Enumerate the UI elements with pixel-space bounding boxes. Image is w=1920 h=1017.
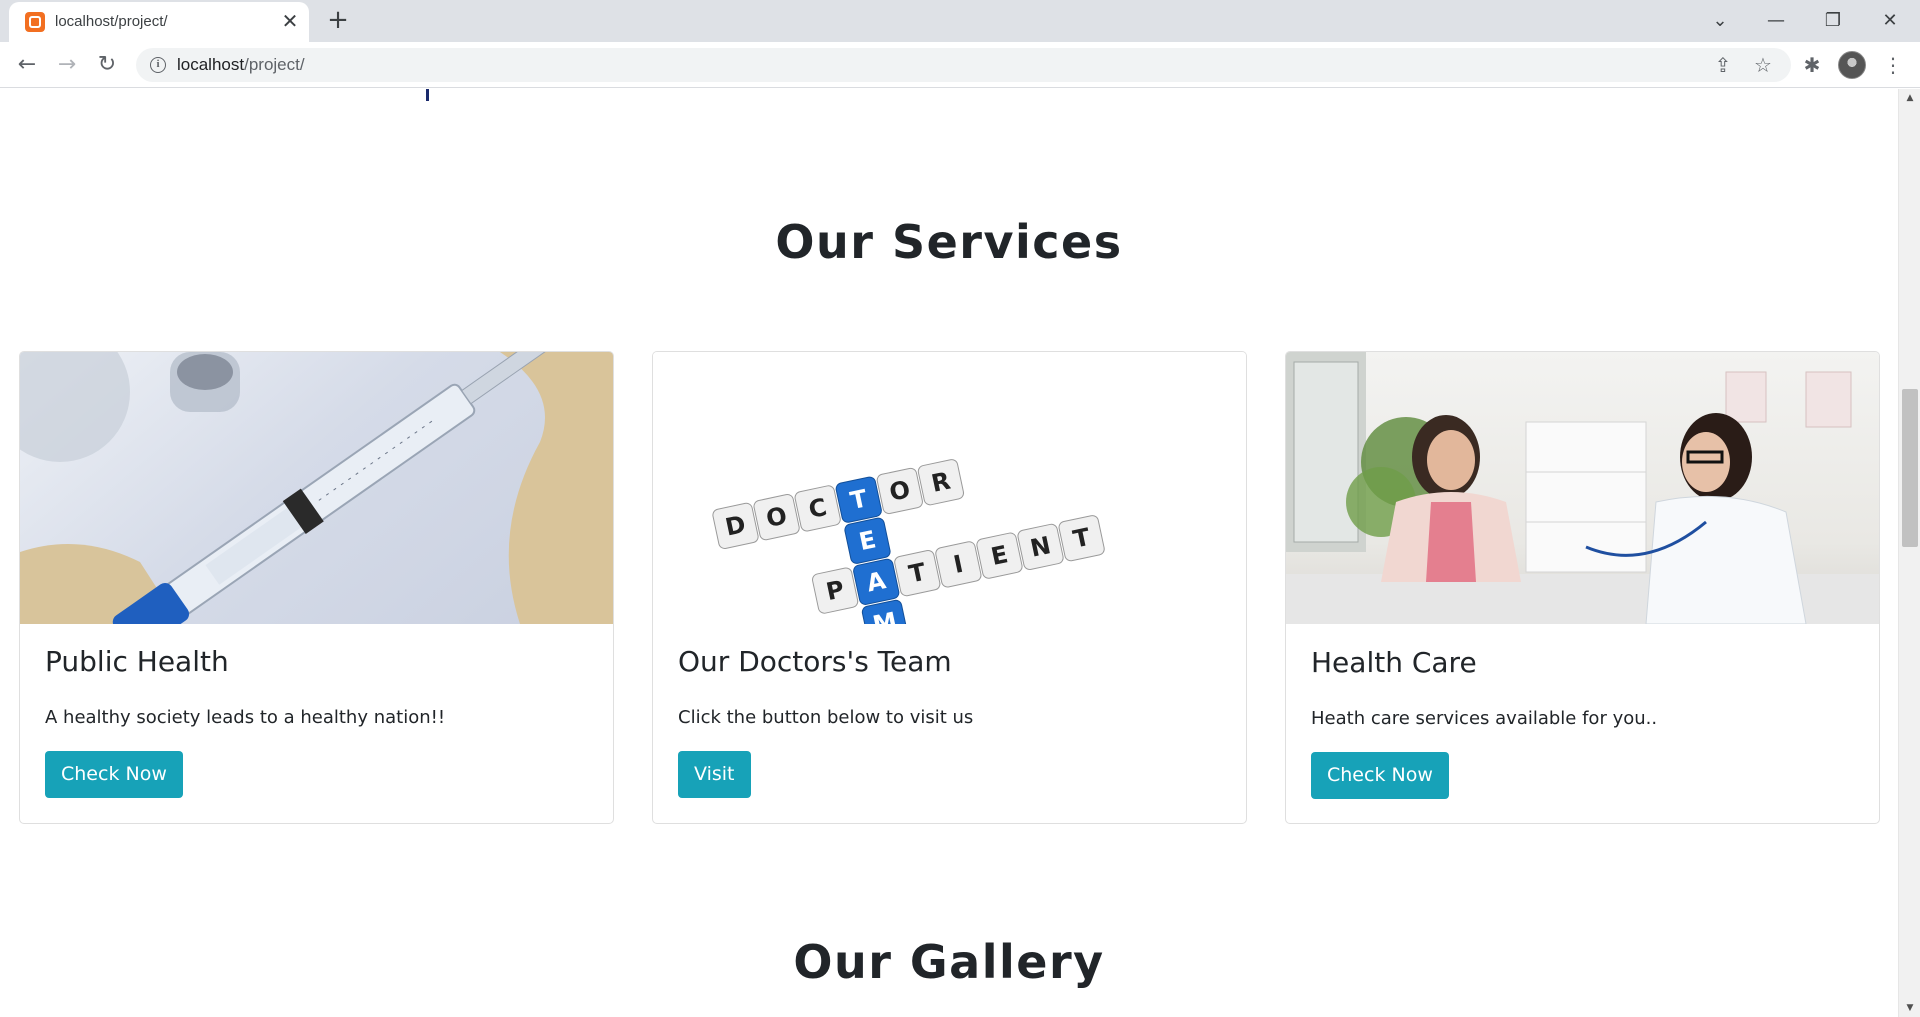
- page-viewport: Our Services Public Health A healthy soc…: [0, 89, 1898, 1017]
- new-tab-icon[interactable]: +: [325, 7, 351, 34]
- address-bar[interactable]: i localhost/project/ ⇪ ☆: [136, 48, 1791, 82]
- site-info-icon[interactable]: i: [150, 57, 166, 73]
- xampp-favicon-icon: [25, 12, 45, 32]
- profile-avatar[interactable]: [1838, 51, 1866, 79]
- scroll-down-arrow-icon[interactable]: ▼: [1899, 999, 1920, 1017]
- visit-button[interactable]: Visit: [678, 751, 751, 798]
- page-scrollbar[interactable]: ▲ ▼: [1898, 89, 1920, 1017]
- service-card-health-care: Health Care Heath care services availabl…: [1285, 351, 1880, 824]
- close-window-icon[interactable]: ✕: [1870, 6, 1910, 36]
- reload-icon[interactable]: ↻: [92, 50, 122, 80]
- url-path: /project/: [244, 55, 305, 74]
- forward-icon[interactable]: →: [52, 50, 82, 80]
- scroll-up-arrow-icon[interactable]: ▲: [1899, 89, 1920, 107]
- tab-search-chevron-icon[interactable]: ⌄: [1700, 6, 1740, 36]
- syringe-image: [20, 352, 613, 624]
- doctor-examining-patient-image: [1286, 352, 1879, 624]
- close-tab-icon[interactable]: ✕: [279, 10, 301, 32]
- tab-strip: localhost/project/ ✕ + ⌄ — ❐ ✕: [0, 0, 1920, 42]
- doctor-patient-team-image: D O C T O R E A M P T I E N T: [653, 352, 1246, 624]
- url-host: localhost: [177, 55, 245, 74]
- minimize-icon[interactable]: —: [1756, 6, 1796, 36]
- card-title: Our Doctors's Team: [678, 645, 952, 678]
- gallery-heading: Our Gallery: [793, 935, 1105, 989]
- services-heading: Our Services: [775, 215, 1123, 269]
- service-card-public-health: Public Health A healthy society leads to…: [19, 351, 614, 824]
- check-now-button[interactable]: Check Now: [1311, 752, 1449, 799]
- tab-title: localhost/project/: [55, 13, 168, 30]
- back-icon[interactable]: ←: [12, 50, 42, 80]
- restore-icon[interactable]: ❐: [1813, 6, 1853, 36]
- card-text: Heath care services available for you..: [1311, 708, 1658, 729]
- card-title: Health Care: [1311, 646, 1477, 679]
- menu-kebab-icon[interactable]: ⋮: [1878, 50, 1908, 80]
- bookmark-star-icon[interactable]: ☆: [1750, 52, 1776, 78]
- card-text: A healthy society leads to a healthy nat…: [45, 707, 446, 728]
- card-text: Click the button below to visit us: [678, 707, 974, 728]
- browser-tab[interactable]: localhost/project/ ✕: [9, 2, 309, 42]
- scrollbar-thumb[interactable]: [1902, 389, 1918, 547]
- previous-section-remnant: [426, 89, 429, 101]
- extensions-puzzle-icon[interactable]: ✱: [1797, 50, 1827, 80]
- service-card-doctors-team: D O C T O R E A M P T I E N T Our Doctor…: [652, 351, 1247, 824]
- url-text[interactable]: localhost/project/: [177, 55, 305, 75]
- card-title: Public Health: [45, 645, 229, 678]
- check-now-button[interactable]: Check Now: [45, 751, 183, 798]
- share-icon[interactable]: ⇪: [1710, 52, 1736, 78]
- browser-toolbar: ← → ↻ i localhost/project/ ⇪ ☆ ✱ ⋮: [0, 42, 1920, 88]
